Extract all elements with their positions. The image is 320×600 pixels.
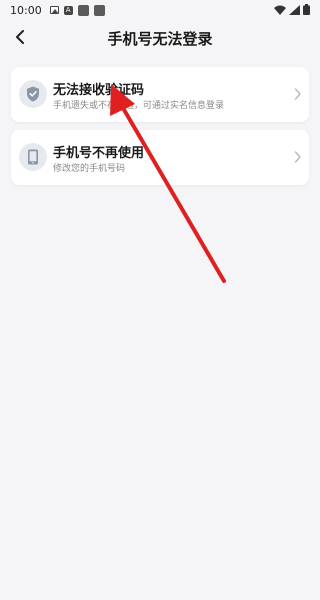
phone-icon [19, 143, 47, 171]
page-title: 手机号无法登录 [107, 30, 213, 48]
option-cannot-receive-code[interactable]: 无法接收验证码 手机遗失或不在身边，可通过实名信息登录 [11, 67, 309, 122]
option-title: 无法接收验证码 [53, 83, 145, 98]
option-subtitle: 手机遗失或不在身边，可通过实名信息登录 [53, 101, 225, 111]
image-icon [49, 6, 59, 14]
status-time: 10:00 [10, 3, 42, 17]
shield-check-icon [19, 80, 47, 108]
wifi-icon [274, 5, 286, 15]
status-bar: 10:00 A [0, 0, 320, 20]
screen: 10:00 A 手机号无法登录 无法接收验证码 手机遗失或不在身边，可通过实名信… [0, 0, 320, 600]
square-icon [93, 4, 105, 16]
a-badge-icon: A [63, 5, 73, 15]
status-right [274, 4, 310, 15]
square-icon [77, 4, 89, 16]
option-subtitle: 修改您的手机号码 [53, 164, 126, 174]
option-phone-no-longer-used[interactable]: 手机号不再使用 修改您的手机号码 [11, 130, 309, 185]
chevron-right-icon [294, 151, 301, 163]
chevron-right-icon [294, 88, 301, 100]
battery-icon [303, 4, 310, 15]
option-title: 手机号不再使用 [53, 146, 145, 161]
nav-bar: 手机号无法登录 [0, 20, 320, 54]
signal-icon [289, 4, 300, 15]
